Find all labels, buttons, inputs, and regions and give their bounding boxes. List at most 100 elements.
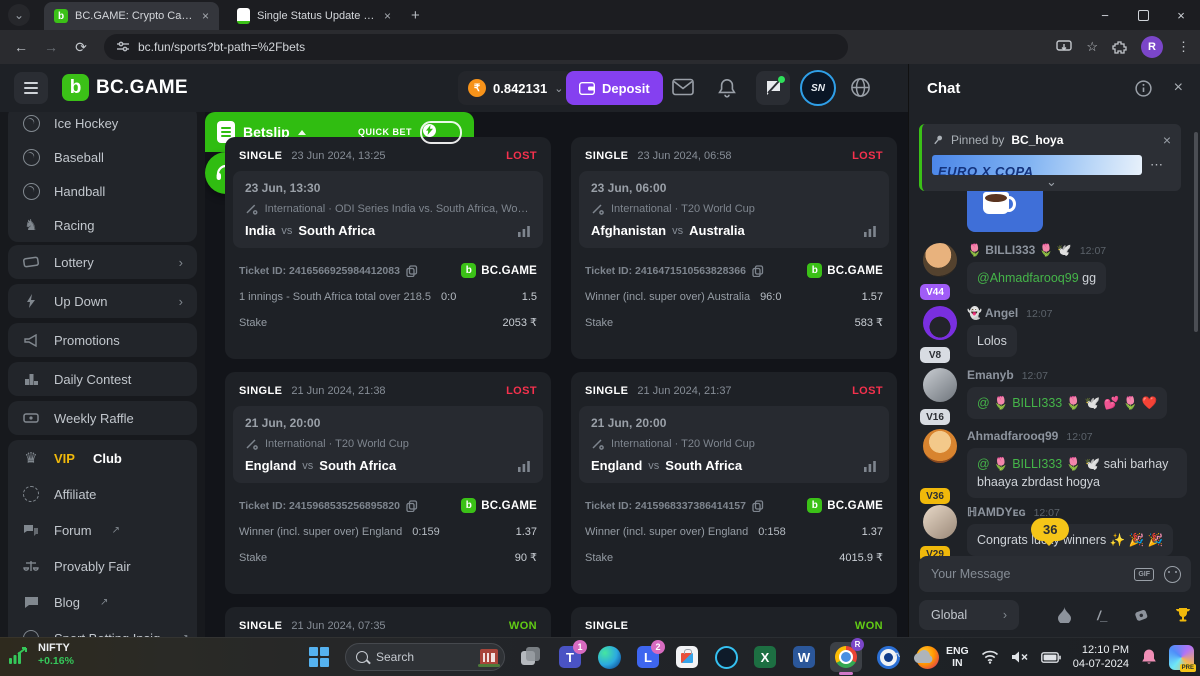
url-text[interactable]: bc.fun/sports?bt-path=%2Fbets	[138, 40, 305, 54]
browser-profile-avatar[interactable]: R	[1141, 36, 1163, 58]
expand-pinned-chevron[interactable]: ⌄	[932, 175, 1171, 189]
pinned-banner-image[interactable]: EURO X COPA	[932, 155, 1142, 175]
username[interactable]: Ahmadfarooq99	[967, 429, 1058, 443]
sidebar-item-vip-club[interactable]: ♛ VIP Club	[8, 440, 197, 476]
mention[interactable]: @ 🌷 BILLI333 🌷	[977, 396, 1081, 410]
coin-drop-icon[interactable]	[1134, 608, 1149, 623]
event-panel[interactable]: 21 Jun, 20:00 International · T20 World …	[579, 406, 889, 483]
stats-icon[interactable]	[517, 460, 531, 472]
event-panel[interactable]: 23 Jun, 13:30 International · ODI Series…	[233, 171, 543, 248]
close-chat-icon[interactable]: ×	[1174, 79, 1183, 97]
chat-rules-icon[interactable]: /_	[1097, 608, 1108, 623]
event-panel[interactable]: 21 Jun, 20:00 International · T20 World …	[233, 406, 543, 483]
taskbar-widget[interactable]: NIFTY +0.16%	[8, 642, 74, 668]
word-app-button[interactable]: W	[791, 644, 817, 670]
chat-toggle-button[interactable]	[756, 71, 790, 105]
taskbar-search[interactable]: Search	[345, 643, 505, 671]
language-indicator[interactable]: ENG IN	[946, 645, 969, 669]
emoji-icon[interactable]	[1164, 566, 1181, 583]
back-button[interactable]: ←	[8, 39, 34, 55]
sidebar-item-weekly-raffle[interactable]: Weekly Raffle	[8, 401, 197, 435]
taskbar-clock[interactable]: 12:10 PM 04-07-2024	[1073, 643, 1129, 671]
onedrive-cloud-icon[interactable]	[912, 650, 934, 664]
bcgame-logo-icon[interactable]: b	[62, 74, 89, 101]
kebab-menu-icon[interactable]: ⋮	[1177, 39, 1190, 55]
avatar[interactable]	[923, 368, 957, 402]
rain-drop-icon[interactable]	[1058, 607, 1071, 623]
brand-title[interactable]: BC.GAME	[96, 77, 188, 99]
close-tab-icon[interactable]: ×	[384, 9, 391, 23]
gif-icon[interactable]: GIF	[1134, 568, 1154, 581]
avatar[interactable]	[923, 505, 957, 539]
save-page-icon[interactable]	[1056, 40, 1072, 54]
notification-bell-icon[interactable]	[1141, 648, 1157, 666]
sidebar-item-baseball[interactable]: Baseball	[8, 140, 197, 174]
restore-button[interactable]	[1124, 0, 1162, 30]
wifi-icon[interactable]	[981, 650, 999, 664]
linkedin-app-button[interactable]: L 2	[635, 644, 661, 670]
sidebar-item-sport-betting-insights[interactable]: Sport Betting Insig ↗	[8, 620, 197, 637]
task-view-button[interactable]	[518, 644, 544, 670]
sidebar-item-daily-contest[interactable]: Daily Contest	[8, 362, 197, 396]
copy-icon[interactable]	[752, 500, 764, 512]
username[interactable]: 🌷 BILLI333 🌷 🕊️	[967, 243, 1072, 257]
stats-icon[interactable]	[863, 225, 877, 237]
avatar[interactable]	[923, 306, 957, 340]
new-messages-pill[interactable]: 36	[1031, 518, 1069, 541]
quick-bet-toggle[interactable]	[420, 121, 462, 144]
sidebar-item-lottery[interactable]: Lottery ›	[8, 245, 197, 279]
battery-icon[interactable]	[1041, 652, 1061, 663]
ellipsis-icon[interactable]: ⋯	[1150, 157, 1164, 173]
balance-selector[interactable]: ₹ 0.842131 ⌄	[458, 71, 573, 105]
sidebar-item-handball[interactable]: Handball	[8, 174, 197, 208]
minimize-button[interactable]: −	[1086, 0, 1124, 30]
edge-app-button[interactable]	[596, 644, 622, 670]
close-window-button[interactable]: ×	[1162, 0, 1200, 30]
trophy-icon[interactable]	[1175, 607, 1191, 623]
copy-icon[interactable]	[406, 265, 418, 277]
sidebar-item-up-down[interactable]: Up Down ›	[8, 284, 197, 318]
event-panel[interactable]: 23 Jun, 06:00 International · T20 World …	[579, 171, 889, 248]
reload-button[interactable]: ⟳	[68, 39, 94, 56]
avatar[interactable]	[923, 243, 957, 277]
browser-tab-bcgame[interactable]: b BC.GAME: Crypto Casino Game ×	[44, 2, 219, 30]
user-avatar[interactable]: SN	[800, 70, 836, 106]
info-icon[interactable]	[1135, 80, 1152, 97]
start-button[interactable]	[306, 644, 332, 670]
copilot-icon[interactable]: PRE	[1169, 645, 1194, 670]
new-tab-button[interactable]: +	[411, 7, 420, 24]
tray-expand-chevron[interactable]: ^	[894, 650, 900, 664]
username[interactable]: 👻 Angel	[967, 306, 1018, 320]
sidebar-item-provably-fair[interactable]: Provably Fair	[8, 548, 197, 584]
pinned-message[interactable]: Pinned by BC_hoya × EURO X COPA ⋯ ⌄	[919, 124, 1181, 191]
sidebar-item-promotions[interactable]: Promotions	[8, 323, 197, 357]
site-settings-icon[interactable]	[116, 40, 130, 54]
browser-tab-status[interactable]: Single Status Update from 07/0 ×	[227, 2, 401, 30]
sidebar-item-affiliate[interactable]: Affiliate	[8, 476, 197, 512]
sidebar-item-forum[interactable]: Forum ↗	[8, 512, 197, 548]
chat-message-input[interactable]	[929, 566, 1124, 582]
mention[interactable]: @Ahmadfarooq99	[977, 271, 1079, 285]
store-app-button[interactable]	[674, 644, 700, 670]
bookmark-star-icon[interactable]: ☆	[1086, 39, 1098, 55]
tab-search-button[interactable]: ⌄	[8, 4, 30, 26]
hamburger-menu-button[interactable]	[14, 72, 48, 104]
mail-icon[interactable]	[672, 78, 694, 96]
excel-app-button[interactable]: X	[752, 644, 778, 670]
copy-icon[interactable]	[406, 500, 418, 512]
close-pinned-icon[interactable]: ×	[1163, 132, 1171, 148]
copy-icon[interactable]	[752, 265, 764, 277]
sidebar-item-blog[interactable]: Blog ↗	[8, 584, 197, 620]
stats-icon[interactable]	[517, 225, 531, 237]
deposit-button[interactable]: Deposit	[566, 71, 663, 105]
close-tab-icon[interactable]: ×	[202, 9, 209, 23]
username[interactable]: Emanyb	[967, 368, 1014, 382]
chat-scrollbar[interactable]	[1194, 132, 1198, 332]
url-bar[interactable]: bc.fun/sports?bt-path=%2Fbets	[104, 34, 848, 60]
forward-button[interactable]: →	[38, 39, 64, 55]
sidebar-item-ice-hockey[interactable]: Ice Hockey	[8, 112, 197, 140]
avatar[interactable]	[923, 429, 957, 463]
alexa-app-button[interactable]	[713, 644, 739, 670]
teams-app-button[interactable]: T 1	[557, 644, 583, 670]
extensions-icon[interactable]	[1112, 40, 1127, 55]
